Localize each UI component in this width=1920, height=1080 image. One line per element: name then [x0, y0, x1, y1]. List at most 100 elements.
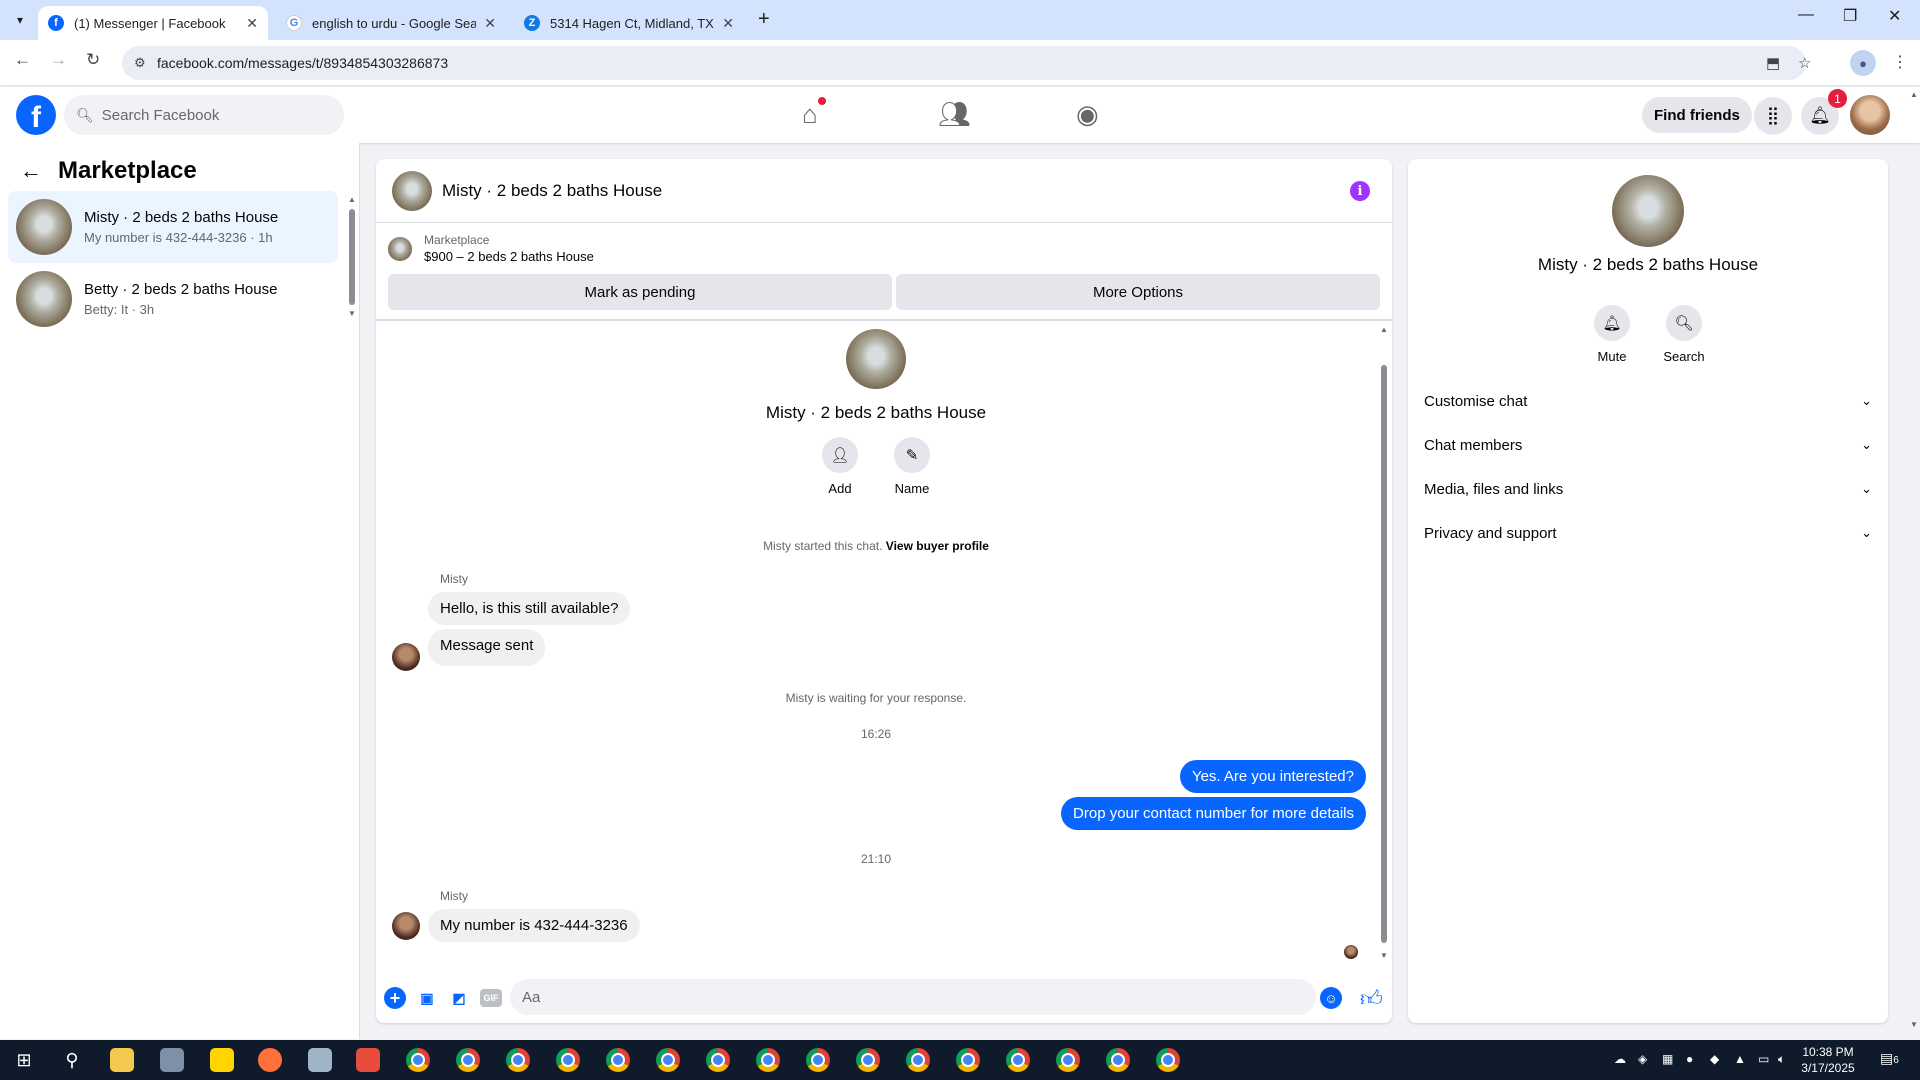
scroll-up-icon[interactable]: ▲ [348, 195, 356, 204]
customise-chat-section[interactable]: Customise chat ⌄ [1424, 379, 1872, 423]
tray-icon[interactable]: ▲ [1734, 1052, 1746, 1066]
scroll-up-icon[interactable]: ▲ [1380, 325, 1388, 334]
media-files-links-section[interactable]: Media, files and links ⌄ [1424, 467, 1872, 511]
mark-as-pending-button[interactable]: Mark as pending [388, 274, 892, 310]
chrome-icon[interactable] [906, 1048, 930, 1072]
tab-messenger[interactable]: f (1) Messenger | Facebook ✕ [38, 6, 268, 40]
tray-icon[interactable]: ● [1686, 1052, 1693, 1066]
sidebar-scrollbar[interactable]: ▲ ▼ [348, 195, 356, 318]
chrome-icon[interactable] [856, 1048, 880, 1072]
groups-icon[interactable]: ◉ [1076, 99, 1099, 130]
network-icon[interactable]: ▭ [1758, 1052, 1769, 1066]
chrome-icon[interactable] [1106, 1048, 1130, 1072]
restore-icon[interactable]: ❐ [1843, 6, 1857, 26]
search-icon[interactable]: 🔍︎ [1666, 305, 1702, 341]
app-icon[interactable] [160, 1048, 184, 1072]
thumbs-up-icon[interactable]: 👍︎ [1360, 985, 1383, 1012]
back-arrow-icon[interactable]: ← [20, 158, 42, 184]
back-arrow-icon[interactable]: ← [14, 50, 31, 70]
close-tab-icon[interactable]: ✕ [722, 15, 734, 32]
conversation-item-misty[interactable]: Misty · 2 beds 2 baths House My number i… [8, 191, 338, 263]
chrome-icon-active[interactable] [1156, 1048, 1180, 1072]
browser-menu-icon[interactable]: ⋮ [1892, 52, 1908, 72]
privacy-support-section[interactable]: Privacy and support ⌄ [1424, 511, 1872, 555]
add-people-action[interactable]: 👤︎ Add [810, 437, 870, 496]
message-bubble[interactable]: My number is 432-444-3236 [428, 909, 640, 942]
info-icon[interactable]: i [1350, 181, 1370, 201]
chrome-icon[interactable] [506, 1048, 530, 1072]
scrollbar-thumb[interactable] [349, 209, 355, 305]
find-friends-button[interactable]: Find friends [1642, 97, 1752, 133]
volume-icon[interactable]: 🔈︎ [1778, 1052, 1785, 1067]
scroll-down-icon[interactable]: ▼ [348, 309, 356, 318]
message-input[interactable]: Aa [510, 979, 1316, 1015]
bookmark-star-icon[interactable]: ☆ [1798, 54, 1811, 72]
bell-icon[interactable]: 🔔︎ [1594, 305, 1630, 341]
chrome-icon[interactable] [606, 1048, 630, 1072]
tab-google-search[interactable]: G english to urdu - Google Search ✕ [276, 6, 506, 40]
close-window-icon[interactable]: ✕ [1888, 6, 1901, 26]
forward-arrow-icon[interactable]: → [50, 50, 67, 70]
message-bubble[interactable]: Message sent [428, 629, 546, 666]
install-app-icon[interactable]: ⬒ [1766, 54, 1780, 72]
tab-search-icon[interactable]: ▾ [8, 8, 32, 32]
reload-icon[interactable]: ↻ [86, 50, 100, 70]
chrome-icon[interactable] [556, 1048, 580, 1072]
menu-grid-icon[interactable]: ⣿ [1754, 97, 1792, 135]
more-options-button[interactable]: More Options [896, 274, 1380, 310]
plus-icon[interactable]: + [384, 987, 406, 1009]
scroll-down-icon[interactable]: ▼ [1380, 951, 1388, 960]
scroll-down-icon[interactable]: ▼ [1910, 1020, 1918, 1029]
close-tab-icon[interactable]: ✕ [484, 15, 496, 32]
file-explorer-icon[interactable] [110, 1048, 134, 1072]
message-bubble-sent[interactable]: Drop your contact number for more detail… [1061, 797, 1366, 830]
message-bubble-sent[interactable]: Yes. Are you interested? [1179, 760, 1366, 793]
chat-members-section[interactable]: Chat members ⌄ [1424, 423, 1872, 467]
chrome-icon[interactable] [1006, 1048, 1030, 1072]
chat-thumbnail[interactable] [392, 170, 432, 211]
mute-action[interactable]: 🔔︎ Mute [1582, 305, 1642, 364]
chrome-icon[interactable] [456, 1048, 480, 1072]
search-action[interactable]: 🔍︎ Search [1654, 305, 1714, 364]
notification-center-icon[interactable]: ▤6 [1880, 1050, 1899, 1067]
page-scrollbar[interactable]: ▲ ▼ [1908, 90, 1920, 1034]
new-tab-icon[interactable]: + [758, 8, 770, 31]
windows-start-icon[interactable]: ⊞ [12, 1048, 36, 1072]
home-icon[interactable]: ⌂ [802, 97, 826, 130]
chat-scrollbar[interactable]: ▲ ▼ [1378, 325, 1390, 965]
tray-icon[interactable]: ◈ [1638, 1052, 1647, 1066]
name-chat-action[interactable]: ✎ Name [882, 437, 942, 496]
minimize-icon[interactable]: — [1798, 6, 1814, 24]
chrome-icon[interactable] [756, 1048, 780, 1072]
chrome-icon[interactable] [806, 1048, 830, 1072]
tray-icon[interactable]: ◆ [1710, 1052, 1719, 1066]
chrome-icon[interactable] [656, 1048, 680, 1072]
scrollbar-thumb[interactable] [1381, 365, 1387, 943]
close-tab-icon[interactable]: ✕ [246, 15, 258, 32]
friends-icon[interactable]: 👥︎ [938, 99, 971, 130]
site-info-icon[interactable]: ⚙ [134, 55, 146, 71]
tray-icon[interactable]: ☁ [1614, 1052, 1626, 1066]
chrome-icon[interactable] [956, 1048, 980, 1072]
sender-avatar[interactable] [392, 643, 420, 671]
chrome-icon[interactable] [1056, 1048, 1080, 1072]
chrome-icon[interactable] [406, 1048, 430, 1072]
listing-summary[interactable]: Marketplace $900 – 2 beds 2 baths House [388, 233, 594, 264]
tray-icon[interactable]: ▦ [1662, 1052, 1673, 1066]
facebook-logo-icon[interactable]: f [16, 95, 56, 135]
system-clock[interactable]: 10:38 PM 3/17/2025 [1788, 1044, 1868, 1076]
scroll-up-icon[interactable]: ▲ [1910, 90, 1918, 99]
firefox-icon[interactable] [258, 1048, 282, 1072]
add-person-icon[interactable]: 👤︎ [822, 437, 858, 473]
app-icon[interactable] [308, 1048, 332, 1072]
account-avatar[interactable] [1850, 95, 1890, 135]
address-bar[interactable]: ⚙ facebook.com/messages/t/89348543032868… [122, 46, 1811, 80]
conversation-item-betty[interactable]: Betty · 2 beds 2 baths House Betty: It ·… [8, 263, 338, 335]
search-icon[interactable]: ⚲ [60, 1048, 84, 1072]
sticky-notes-icon[interactable] [210, 1048, 234, 1072]
chat-title[interactable]: Misty · 2 beds 2 baths House [442, 181, 662, 201]
emoji-icon[interactable]: ☺ [1320, 987, 1342, 1009]
photo-icon[interactable]: ▣ [416, 987, 438, 1009]
message-bubble[interactable]: Hello, is this still available? [428, 592, 631, 625]
sticker-icon[interactable]: ◩ [448, 987, 470, 1009]
